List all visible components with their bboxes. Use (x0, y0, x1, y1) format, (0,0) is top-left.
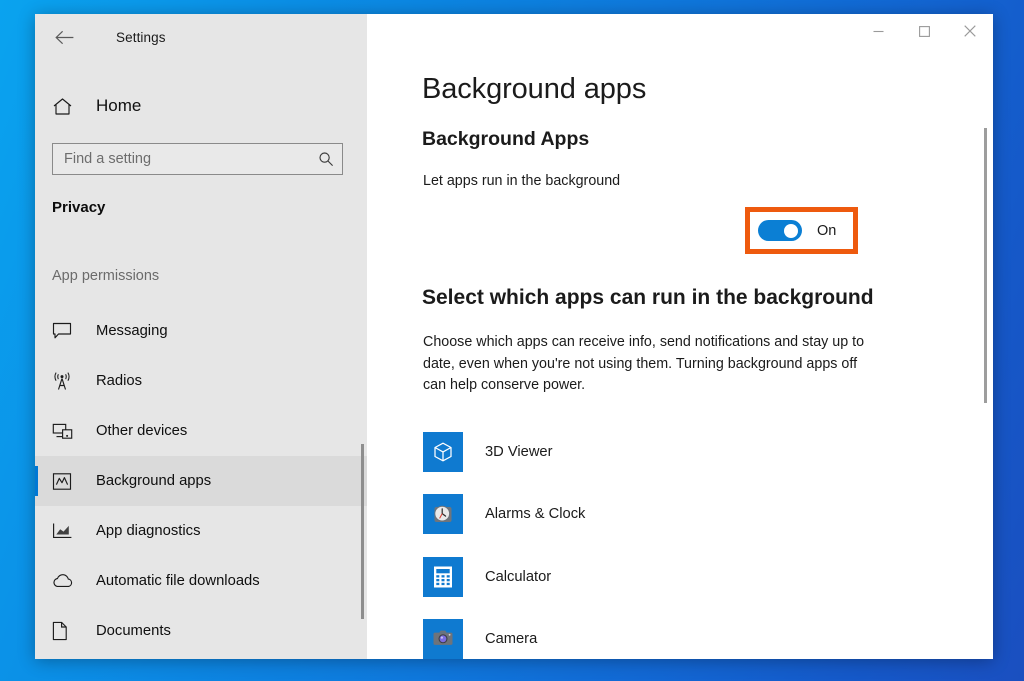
other-devices-icon (52, 422, 80, 440)
app-name: 3D Viewer (485, 444, 993, 460)
search-icon[interactable] (318, 151, 334, 167)
section-heading: Select which apps can run in the backgro… (422, 286, 993, 310)
sidebar-item-label: Other devices (96, 423, 187, 439)
window-controls (855, 14, 993, 48)
sidebar-item-label: App diagnostics (96, 523, 200, 539)
master-toggle-switch[interactable] (758, 220, 802, 241)
toggle-knob (784, 224, 798, 238)
app-row[interactable]: 3D Viewer On (367, 421, 993, 484)
document-icon (52, 621, 80, 641)
section-description: Choose which apps can receive info, send… (423, 332, 873, 397)
sidebar-item-label: Radios (96, 373, 142, 389)
app-list: 3D Viewer On (367, 421, 993, 660)
message-bubble-icon (52, 322, 80, 340)
search-box[interactable] (52, 143, 343, 175)
background-apps-icon (52, 472, 80, 491)
3d-viewer-icon (423, 432, 463, 472)
sidebar-nav-list: Messaging Radios (35, 306, 367, 656)
sidebar-item-label: Background apps (96, 473, 211, 489)
app-row[interactable]: Alarms & Clock On (367, 483, 993, 546)
calculator-icon (423, 557, 463, 597)
app-name: Camera (485, 631, 993, 647)
sidebar-item-app-diagnostics[interactable]: App diagnostics (35, 506, 367, 556)
camera-icon (423, 619, 463, 659)
app-name: Calculator (485, 569, 993, 585)
main-scrollbar[interactable] (984, 128, 987, 403)
master-toggle-state: On (817, 223, 836, 239)
maximize-icon[interactable] (901, 14, 947, 48)
master-toggle-label: Let apps run in the background (423, 173, 993, 189)
minimize-icon[interactable] (855, 14, 901, 48)
sidebar-item-automatic-file-downloads[interactable]: Automatic file downloads (35, 556, 367, 606)
app-row[interactable]: Camera On (367, 608, 993, 659)
app-name: Alarms & Clock (485, 506, 993, 522)
sidebar-item-home-label: Home (96, 96, 141, 116)
sidebar-item-messaging[interactable]: Messaging (35, 306, 367, 356)
sidebar-section-title: Privacy (52, 199, 367, 216)
sidebar-item-other-devices[interactable]: Other devices (35, 406, 367, 456)
search-input[interactable] (64, 151, 318, 167)
sidebar-item-background-apps[interactable]: Background apps (35, 456, 367, 506)
sidebar-item-label: Automatic file downloads (96, 573, 260, 589)
sidebar: Settings Home Privac (35, 14, 367, 659)
app-title: Settings (116, 30, 166, 45)
back-arrow-icon[interactable] (49, 22, 79, 52)
sidebar-item-radios[interactable]: Radios (35, 356, 367, 406)
desktop-background: Settings Home Privac (0, 0, 1024, 681)
home-icon (52, 97, 82, 116)
settings-window: Settings Home Privac (35, 14, 993, 659)
sidebar-item-documents[interactable]: Documents (35, 606, 367, 656)
sidebar-item-label: Documents (96, 623, 171, 639)
sidebar-scrollbar[interactable] (361, 444, 364, 619)
main-content: Background apps Background Apps Let apps… (367, 14, 993, 659)
highlight-annotation-box: On (745, 207, 858, 254)
app-diagnostics-icon (52, 522, 80, 540)
sidebar-group-title: App permissions (52, 268, 367, 284)
titlebar-left: Settings (35, 14, 367, 60)
page-title: Background apps (422, 73, 993, 106)
cloud-download-icon (52, 574, 80, 589)
sidebar-item-home[interactable]: Home (35, 86, 367, 126)
app-row[interactable]: Calculator On (367, 546, 993, 609)
subsection-heading: Background Apps (422, 128, 993, 151)
sidebar-item-label: Messaging (96, 323, 168, 339)
close-icon[interactable] (947, 14, 993, 48)
alarms-clock-icon (423, 494, 463, 534)
radio-tower-icon (52, 372, 80, 391)
